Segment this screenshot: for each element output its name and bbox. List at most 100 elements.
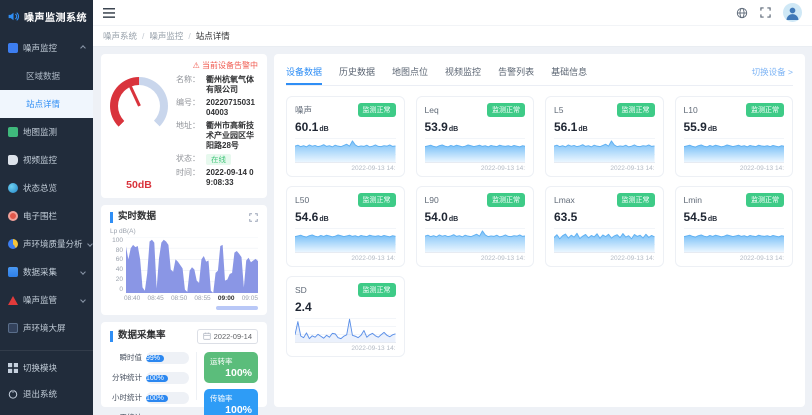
sidebar-item-acoustic-big-screen[interactable]: 声环境大屏 (0, 314, 93, 342)
metric-name: Leq (425, 105, 439, 115)
device-name: 衢州杭氧气体有限公司 (206, 75, 258, 95)
sidebar-item-map-monitoring[interactable]: 地图监测 (0, 118, 93, 146)
user-avatar[interactable] (783, 3, 802, 22)
tab-alarm-list[interactable]: 告警列表 (498, 58, 534, 85)
realtime-data-card: 实时数据 Lp dB(A) 100 80 60 40 (101, 205, 267, 314)
status-badge: 监测正常 (617, 193, 655, 207)
collection-bars: 瞬时值99% 分钟统计100% 小时统计100% 天统计80% 1s等效100% (110, 352, 189, 400)
sidebar-footer: 切换模块 退出系统 (0, 350, 93, 415)
breadcrumb-item[interactable]: 噪声监控 (149, 30, 195, 42)
status-badge: 监测正常 (358, 193, 396, 207)
warning-triangle-icon (8, 296, 18, 305)
metric-value: 53.9 (425, 120, 448, 134)
progress-bar: 100% (146, 392, 189, 404)
collection-stats: 运转率100% 传输率100% 月采集率：99% (196, 352, 258, 400)
stat-card-operation-rate: 运转率100% (204, 352, 258, 383)
sidebar-subitem-site-details[interactable]: 站点详情 (0, 90, 93, 118)
device-fields: 名称：衢州杭氧气体有限公司 编号：2022071503104003 地址：衢州市… (176, 73, 258, 191)
sidebar-item-label: 声环境质量分析 (23, 238, 83, 250)
sidebar-item-label: 数据采集 (23, 266, 57, 278)
metric-card-noise: 噪声监测正常 60.1dB 2022-09-13 14: (286, 96, 405, 177)
metric-timestamp: 2022-09-13 14: (684, 165, 785, 172)
tab-basic-info[interactable]: 基础信息 (551, 58, 587, 85)
scrollbar-thumb[interactable] (216, 306, 258, 310)
metric-timestamp: 2022-09-13 14: (425, 165, 526, 172)
tab-video-surveillance[interactable]: 视频监控 (445, 58, 481, 85)
metric-timestamp: 2022-09-13 14: (554, 255, 655, 262)
sidebar-item-label: 噪声监控 (23, 42, 57, 54)
logout-button[interactable]: 退出系统 (0, 381, 93, 407)
tabs: 设备数据 历史数据 地图点位 视频监控 告警列表 基础信息 切换设备 > (286, 58, 793, 86)
grid-module-icon (8, 363, 18, 373)
stat-card-transmission-rate: 传输率100% (204, 389, 258, 415)
metric-name: Lmax (554, 195, 575, 205)
app-title: 噪声监测系统 (24, 9, 87, 24)
metric-value: 54.5 (684, 210, 707, 224)
sidebar-nav: 噪声监控 区域数据 站点详情 地图监测 视频监控 状态总览 电子围栏 (0, 34, 93, 350)
status-badge: 监测正常 (746, 103, 784, 117)
metric-unit: dB (319, 216, 328, 223)
metric-unit: dB (578, 126, 587, 133)
left-column: ⚠ 当前设备告警中 50dB 名称：衢州杭氧气体有限公司 编号：20220715… (101, 54, 267, 407)
field-label: 时间： (176, 168, 206, 188)
metric-card-l10: L10监测正常 55.9dB 2022-09-13 14: (675, 96, 794, 177)
camera-icon (8, 155, 18, 165)
chart-scrollbar (124, 306, 258, 310)
sidebar-item-video-surveillance[interactable]: 视频监控 (0, 146, 93, 174)
logout-label: 退出系统 (23, 388, 57, 400)
metric-unit: dB (708, 216, 717, 223)
globe-status-icon (8, 183, 18, 193)
metric-card-l50: L50监测正常 54.6dB 2022-09-13 14: (286, 186, 405, 267)
bar-label: 分钟统计 (110, 372, 146, 383)
device-id: 2022071503104003 (206, 98, 258, 118)
breadcrumb: 噪声系统 噪声监控 站点详情 (93, 25, 812, 47)
sidebar-item-noise-supervision[interactable]: 噪声监管 (0, 286, 93, 314)
fence-icon (8, 211, 18, 221)
map-icon (8, 127, 18, 137)
metric-sparkline (425, 228, 526, 253)
tab-map-point[interactable]: 地图点位 (392, 58, 428, 85)
date-picker[interactable]: 2022-09-14 (197, 329, 258, 344)
metric-unit: dB (319, 126, 328, 133)
screen-icon (8, 323, 18, 333)
realtime-chart: Lp dB(A) 100 80 60 40 20 0 (110, 228, 258, 310)
metric-name: SD (295, 285, 307, 295)
expand-icon[interactable] (249, 213, 258, 222)
switch-module-button[interactable]: 切换模块 (0, 355, 93, 381)
app-logo: 噪声监测系统 (0, 0, 93, 34)
metric-unit: dB (708, 126, 717, 133)
realtime-area-chart (126, 237, 258, 293)
metric-card-l90: L90监测正常 54.0dB 2022-09-13 14: (416, 186, 535, 267)
metric-value: 55.9 (684, 120, 707, 134)
sidebar-item-data-collection[interactable]: 数据采集 (0, 258, 93, 286)
progress-bar: 99% (146, 352, 189, 364)
metric-value: 54.0 (425, 210, 448, 224)
fullscreen-icon[interactable] (760, 7, 771, 18)
device-timestamp: 2022-09-14 09:08:33 (206, 168, 258, 188)
metric-card-lmin: Lmin监测正常 54.5dB 2022-09-13 14: (675, 186, 794, 267)
switch-device-link[interactable]: 切换设备 > (752, 66, 793, 78)
metric-name: Lmin (684, 195, 702, 205)
sidebar-subitem-region-data[interactable]: 区域数据 (0, 62, 93, 90)
sidebar-item-electronic-fence[interactable]: 电子围栏 (0, 202, 93, 230)
tab-device-data[interactable]: 设备数据 (286, 58, 322, 85)
progress-bar: 100% (146, 372, 189, 384)
noise-gauge: 50dB (110, 73, 170, 191)
tab-history-data[interactable]: 历史数据 (339, 58, 375, 85)
metric-sparkline (295, 318, 396, 343)
metric-card-l5: L5监测正常 56.1dB 2022-09-13 14: (545, 96, 664, 177)
language-globe-icon[interactable] (736, 7, 748, 19)
chevron-down-icon (80, 297, 86, 303)
sidebar-item-acoustic-quality-analysis[interactable]: 声环境质量分析 (0, 230, 93, 258)
hamburger-menu-icon[interactable] (103, 8, 115, 18)
online-status-badge: 在线 (206, 154, 231, 165)
metric-sparkline (295, 228, 396, 253)
metric-card-sd: SD监测正常 2.4 2022-09-13 14: (286, 276, 405, 357)
app-window: 噪声监测系统 噪声监控 区域数据 站点详情 地图监测 视频监控 状态总览 (0, 0, 812, 415)
status-badge: 监测正常 (358, 103, 396, 117)
sidebar-item-status-overview[interactable]: 状态总览 (0, 174, 93, 202)
sidebar: 噪声监测系统 噪声监控 区域数据 站点详情 地图监测 视频监控 状态总览 (0, 0, 93, 415)
breadcrumb-item[interactable]: 噪声系统 (103, 30, 149, 42)
sidebar-item-noise-monitoring[interactable]: 噪声监控 (0, 34, 93, 62)
metric-value: 63.5 (554, 210, 577, 224)
